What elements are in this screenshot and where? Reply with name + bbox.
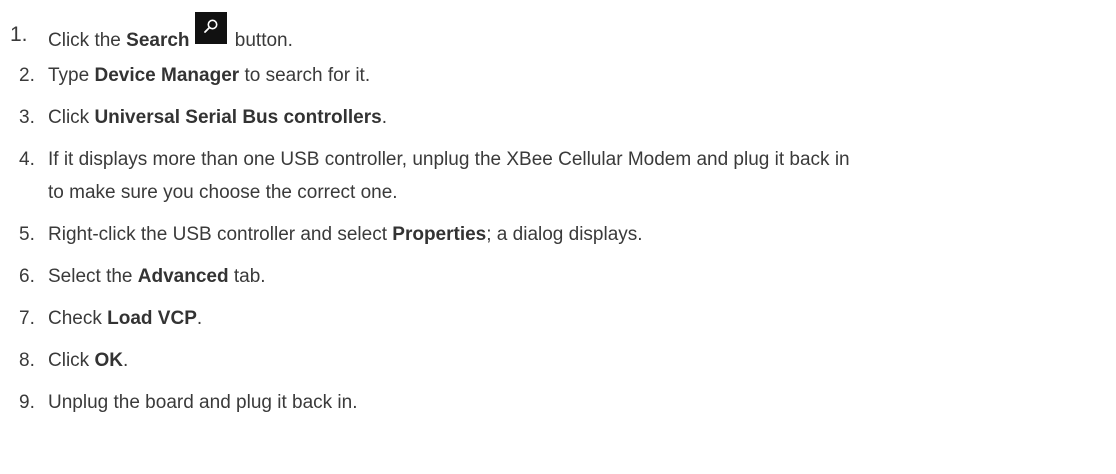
step-text-part: Select the xyxy=(48,266,138,287)
step-text: Right-click the USB controller and selec… xyxy=(48,218,1116,251)
step-text: Check Load VCP. xyxy=(48,302,1116,335)
step-text-part: . xyxy=(381,107,387,128)
step-text-part: ; a dialog displays. xyxy=(486,224,643,245)
step-text-part: . xyxy=(196,308,203,329)
search-icon xyxy=(194,12,227,44)
step-text: Select the Advanced tab. xyxy=(48,260,1116,293)
step-text: Click the Search button. xyxy=(48,12,1116,57)
step-number: 6. xyxy=(19,266,35,287)
step-text: to make sure you choose the correct one. xyxy=(48,182,398,203)
step-text-part: Check xyxy=(48,308,108,329)
step-text-part: Click the xyxy=(48,30,127,51)
step-text-part: . xyxy=(122,350,129,371)
step-text: Unplug the board and plug it back in. xyxy=(48,392,358,413)
usb-controllers-label: Universal Serial Bus controllers xyxy=(94,107,382,128)
step-text-part: Click xyxy=(48,350,95,371)
ok-label: OK xyxy=(94,350,123,371)
step-number: 8. xyxy=(19,350,35,371)
step-text: Click Universal Serial Bus controllers. xyxy=(48,101,1116,134)
step-text-part: tab. xyxy=(228,266,266,287)
step-text: Click OK. xyxy=(48,344,1116,377)
properties-label: Properties xyxy=(392,224,487,245)
device-manager-label: Device Manager xyxy=(94,65,240,86)
step-text: Type Device Manager to search for it. xyxy=(48,59,1116,92)
step-number: 2. xyxy=(19,65,35,86)
instruction-steps: 1. Click the Search button. 2. Type Devi… xyxy=(0,0,1116,474)
search-label: Search xyxy=(126,30,190,51)
step-text-part: to search for it. xyxy=(239,65,371,86)
step-number: 4. xyxy=(19,149,35,170)
step-number: 1. xyxy=(10,23,28,46)
step-text-part: Right-click the USB controller and selec… xyxy=(48,224,393,245)
load-vcp-label: Load VCP xyxy=(107,308,197,329)
step-text: If it displays more than one USB control… xyxy=(48,149,850,170)
advanced-label: Advanced xyxy=(137,266,229,287)
step-number: 9. xyxy=(19,392,35,413)
step-text-part: button. xyxy=(229,30,293,51)
step-text-part: Type xyxy=(48,65,95,86)
step-number: 5. xyxy=(19,224,35,245)
step-number: 7. xyxy=(19,308,35,329)
step-number: 3. xyxy=(19,107,35,128)
step-text-part: Click xyxy=(48,107,95,128)
